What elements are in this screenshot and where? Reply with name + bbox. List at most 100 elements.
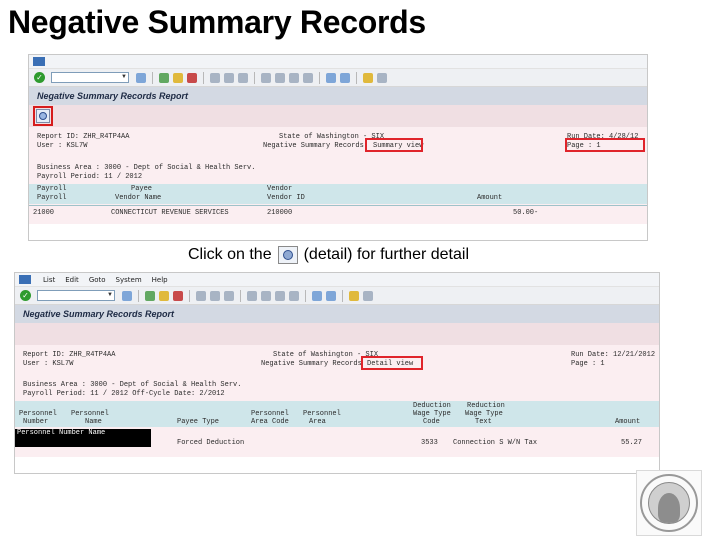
col-payee-l1: Payee	[131, 185, 153, 193]
report-user: User : KSL7W	[23, 360, 74, 368]
sap-menu-icon[interactable]	[33, 57, 45, 66]
save-icon[interactable]	[122, 290, 132, 301]
row-vendor-id[interactable]: 210000	[267, 209, 292, 217]
col-personnel-2-l1: Personnel	[71, 410, 109, 418]
state-seal-logo	[636, 470, 702, 536]
col-vendor-l2: Vendor ID	[267, 194, 305, 202]
menu-item-help[interactable]: Help	[152, 276, 168, 284]
col-number: Number	[23, 418, 49, 426]
print-icon[interactable]	[196, 290, 206, 301]
help-icon[interactable]	[363, 72, 373, 83]
chevron-down-icon[interactable]: ▼	[121, 74, 127, 80]
exit-icon[interactable]	[159, 290, 169, 301]
payroll-period: Payroll Period: 11 / 2012 Off-Cycle Date…	[23, 390, 225, 398]
toolbar-separator	[342, 289, 343, 302]
selected-row[interactable]	[15, 438, 151, 447]
shortcut-icon[interactable]	[340, 72, 350, 83]
row-amount[interactable]: 50.00-	[513, 209, 538, 217]
report-output: Report ID: ZHR_R4TP4AA User : KSL7W Stat…	[15, 345, 659, 457]
toolbar-separator	[240, 289, 241, 302]
back-icon[interactable]	[145, 290, 155, 301]
col-area: Area	[309, 418, 326, 426]
first-page-icon[interactable]	[261, 72, 271, 83]
command-field[interactable]: ▼	[51, 72, 129, 83]
find-icon[interactable]	[210, 290, 220, 301]
command-field[interactable]: ▼	[37, 290, 115, 301]
enter-icon[interactable]: ✓	[34, 72, 45, 83]
business-area: Business Area : 3000 - Dept of Social & …	[23, 381, 242, 389]
sap-window-detail: List Edit Goto System Help ✓ ▼ Negative …	[14, 272, 660, 474]
standard-toolbar: ✓ ▼	[15, 287, 659, 305]
menu-item-list[interactable]: List	[43, 276, 55, 284]
detail-button-highlight	[33, 106, 53, 126]
enter-icon[interactable]: ✓	[20, 290, 31, 301]
portrait-icon	[658, 493, 680, 523]
detail-icon	[282, 250, 293, 260]
menu-item-goto[interactable]: Goto	[89, 276, 106, 284]
find-next-icon[interactable]	[238, 72, 248, 83]
last-page-icon[interactable]	[303, 72, 313, 83]
application-toolbar	[15, 323, 659, 345]
report-subtitle: Negative Summary Records	[261, 360, 362, 368]
save-icon[interactable]	[136, 72, 146, 83]
seal-portrait	[648, 482, 690, 524]
toolbar-separator	[356, 71, 357, 84]
menu-bar: List Edit Goto System Help	[15, 273, 659, 287]
cancel-icon[interactable]	[173, 290, 183, 301]
row-payroll[interactable]: 21000	[33, 209, 54, 217]
find-next-icon[interactable]	[224, 290, 234, 301]
first-page-icon[interactable]	[247, 290, 257, 301]
toolbar-separator	[203, 71, 204, 84]
last-page-icon[interactable]	[289, 290, 299, 301]
standard-toolbar: ✓ ▼	[29, 69, 647, 87]
seal-ring	[640, 474, 698, 532]
col-personnel-5-l1: Personnel	[303, 410, 341, 418]
next-page-icon[interactable]	[275, 290, 285, 301]
row-vendor-name[interactable]: CONNECTICUT REVENUE SERVICES	[111, 209, 229, 217]
detail-button[interactable]	[36, 109, 50, 123]
previous-page-icon[interactable]	[275, 72, 285, 83]
col-payroll-l1: Payroll	[37, 185, 67, 193]
report-subtitle: Negative Summary Records	[263, 142, 364, 150]
header-deduction: Deduction	[413, 402, 451, 410]
col-payee-type: Payee Type	[177, 418, 220, 426]
new-session-icon[interactable]	[326, 72, 336, 83]
row-amount[interactable]: 55.27	[621, 439, 642, 447]
menu-item-edit[interactable]: Edit	[65, 276, 79, 284]
col-payroll-l2: Payroll	[37, 194, 67, 202]
help-icon[interactable]	[349, 290, 359, 301]
chevron-down-icon[interactable]: ▼	[107, 292, 113, 298]
row-wage-code[interactable]: 3533	[421, 439, 438, 447]
menu-item-system[interactable]: System	[116, 276, 142, 284]
shortcut-icon[interactable]	[326, 290, 336, 301]
next-page-icon[interactable]	[289, 72, 299, 83]
layout-icon[interactable]	[363, 290, 373, 301]
toolbar-separator	[319, 71, 320, 84]
business-area: Business Area : 3000 - Dept of Social & …	[37, 164, 256, 172]
col-wage-type-2-l1: Wage Type	[465, 410, 503, 418]
toolbar-separator	[305, 289, 306, 302]
back-icon[interactable]	[159, 72, 169, 83]
layout-icon[interactable]	[377, 72, 387, 83]
print-icon[interactable]	[210, 72, 220, 83]
col-amount: Amount	[477, 194, 503, 202]
col-area-code: Area Code	[251, 418, 289, 426]
previous-page-icon[interactable]	[261, 290, 271, 301]
selected-row-tooltip: Personnel Number Name	[15, 429, 151, 438]
detail-icon	[39, 112, 47, 120]
col-text: Text	[475, 418, 492, 426]
row-payee-type[interactable]: Forced Deduction	[177, 439, 244, 447]
page-highlight	[565, 138, 645, 152]
sap-menu-icon[interactable]	[19, 275, 31, 284]
col-payee-l2: Vendor Name	[115, 194, 162, 202]
col-name: Name	[85, 418, 102, 426]
find-icon[interactable]	[224, 72, 234, 83]
new-session-icon[interactable]	[312, 290, 322, 301]
exit-icon[interactable]	[173, 72, 183, 83]
run-date: Run Date: 12/21/2012	[571, 351, 656, 359]
col-vendor-l1: Vendor	[267, 185, 293, 193]
cancel-icon[interactable]	[187, 72, 197, 83]
view-highlight	[365, 138, 423, 152]
row-wage-text[interactable]: Connection S W/N Tax	[453, 439, 537, 447]
col-code: Code	[423, 418, 440, 426]
